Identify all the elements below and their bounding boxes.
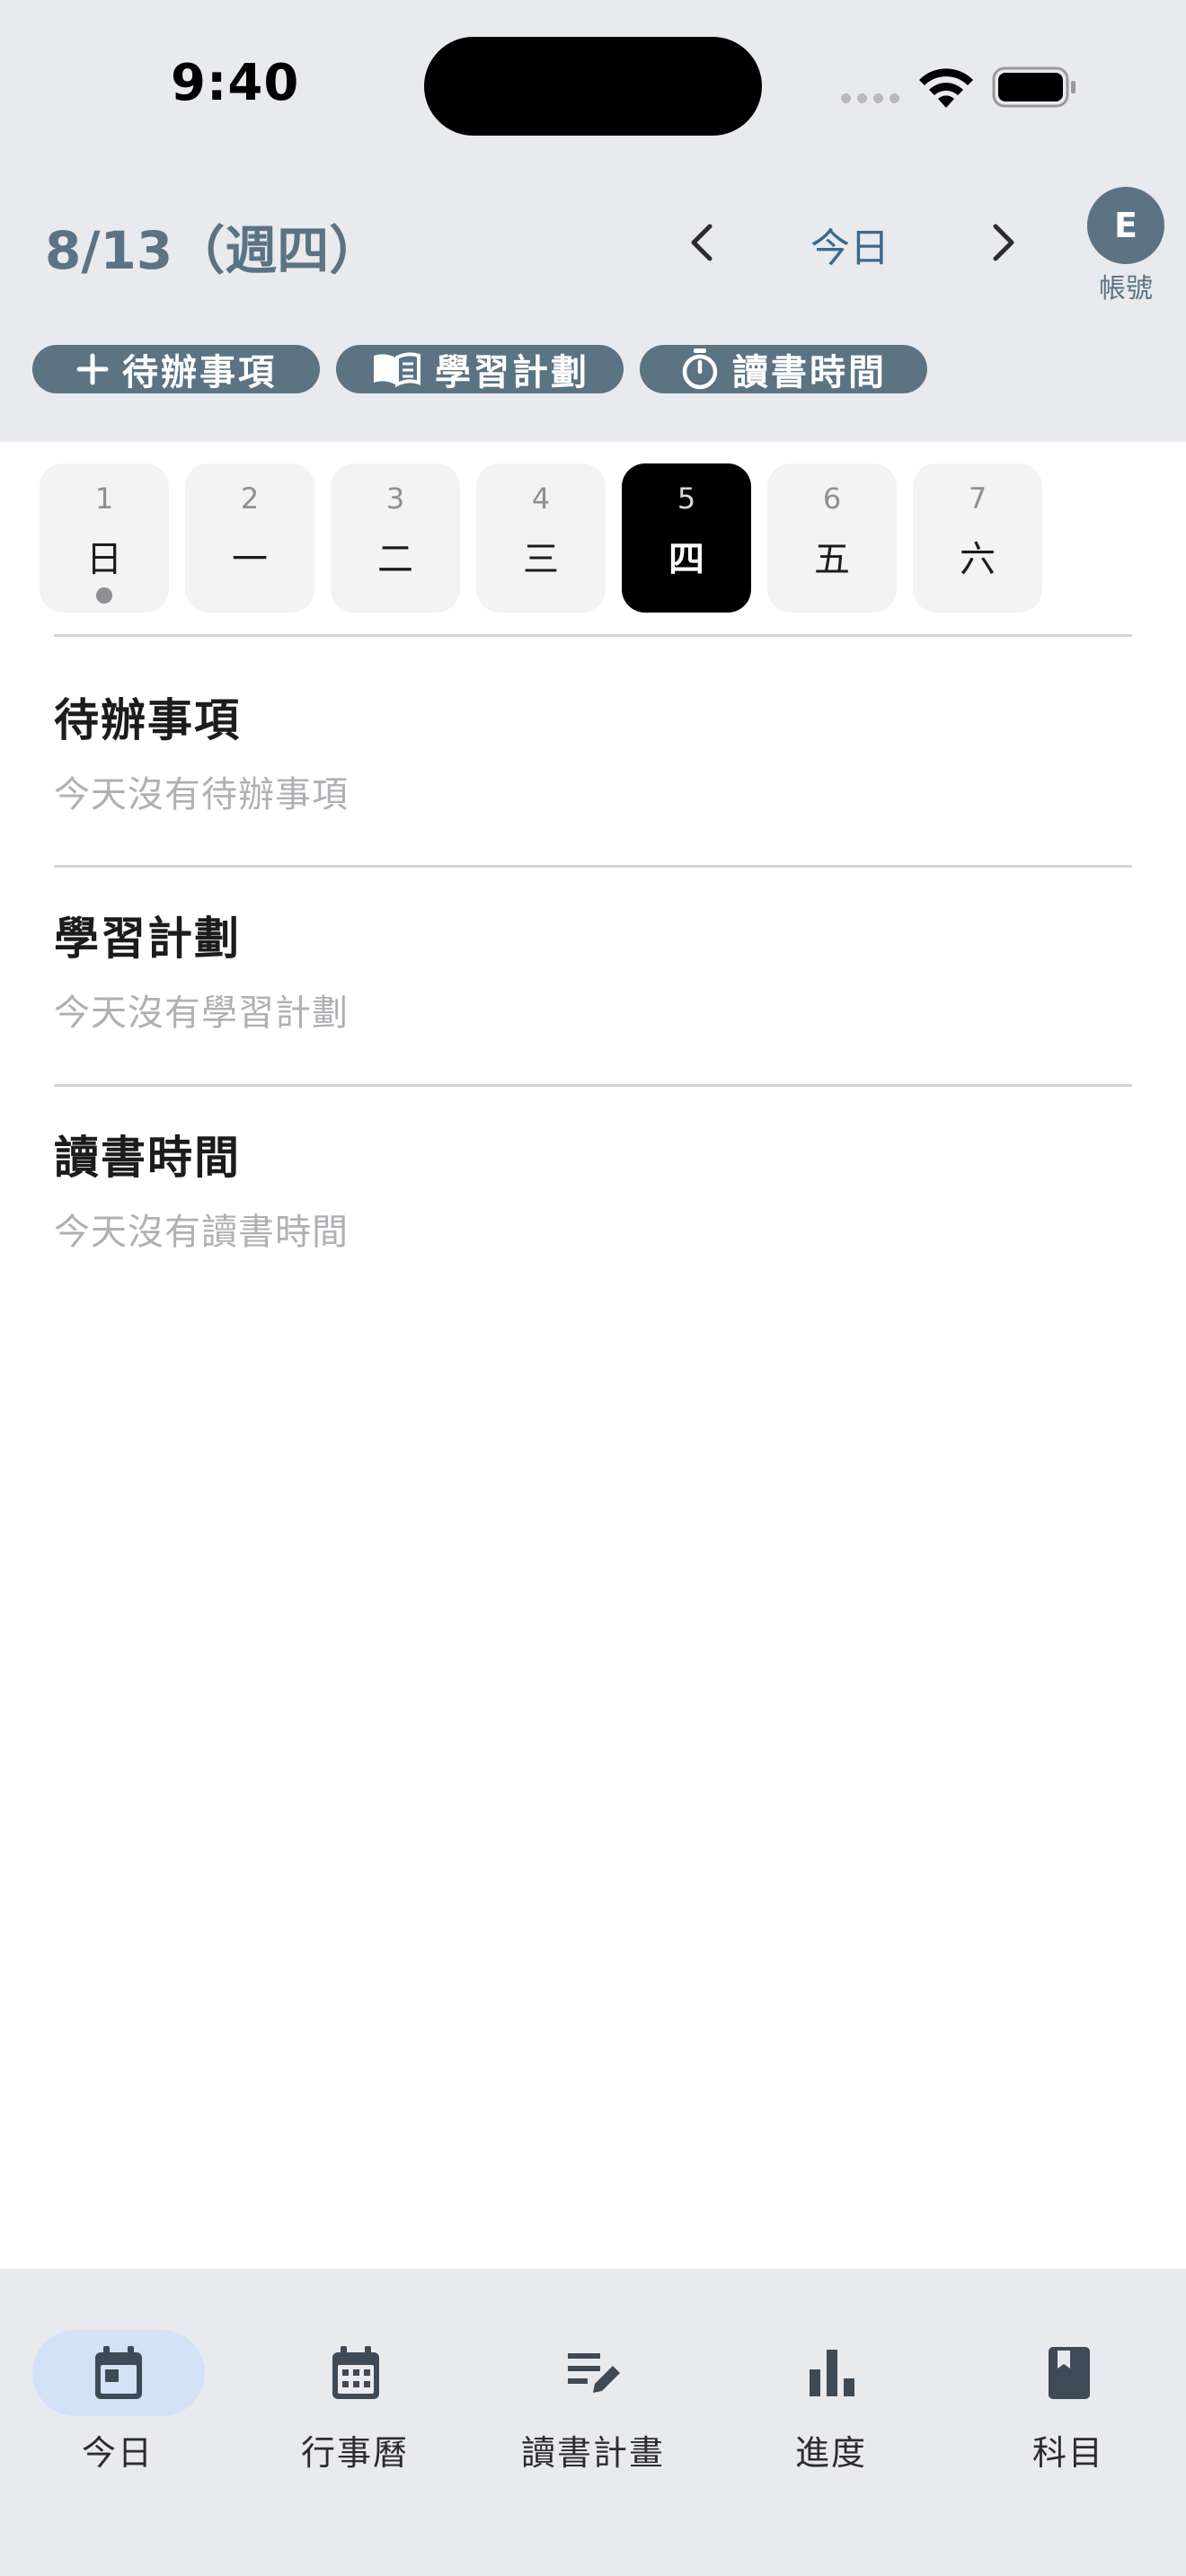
day-number: 6 (822, 481, 842, 516)
bookmark-book-icon (1049, 2347, 1090, 2399)
tab-subjects[interactable]: 科目 (965, 2305, 1172, 2473)
tab-active-indicator (32, 2330, 205, 2416)
chevron-left-icon (691, 224, 712, 261)
event-dot (96, 587, 112, 604)
add-todo-label: 待辦事項 (122, 352, 277, 393)
study-time-empty-text: 今天沒有讀書時間 (54, 1212, 349, 1253)
day-saturday[interactable]: 7 六 (913, 463, 1042, 613)
day-tuesday[interactable]: 3 二 (331, 463, 460, 613)
day-weekday: 一 (232, 539, 268, 580)
add-study-plan-label: 學習計劃 (435, 352, 589, 393)
add-study-time-label: 讀書時間 (732, 352, 887, 393)
day-thursday-selected[interactable]: 5 四 (622, 463, 751, 613)
account-label[interactable]: 帳號 (1084, 266, 1168, 305)
header: 9:40 8/13（週四） 今日 E 帳號 待辦事項 學習計劃 讀書時間 (0, 0, 1186, 442)
tab-icon-slot (983, 2330, 1155, 2416)
day-number: 4 (531, 481, 551, 516)
tab-today-label: 今日 (81, 2433, 154, 2473)
tab-progress-label: 進度 (794, 2433, 867, 2473)
day-number: 5 (677, 481, 696, 516)
calendar-month-icon (332, 2346, 379, 2399)
section-divider (54, 865, 1132, 868)
tab-study-plan-label: 讀書計畫 (520, 2433, 665, 2473)
day-weekday: 三 (523, 539, 559, 580)
add-todo-button[interactable]: 待辦事項 (32, 345, 320, 393)
tab-calendar-label: 行事曆 (300, 2433, 409, 2473)
study-plan-empty-text: 今天沒有學習計劃 (54, 992, 349, 1034)
dynamic-island (424, 37, 762, 136)
add-study-time-button[interactable]: 讀書時間 (640, 345, 927, 393)
tab-study-plan[interactable]: 讀書計畫 (490, 2305, 696, 2473)
day-weekday: 四 (668, 539, 704, 580)
todo-section-title: 待辦事項 (54, 694, 241, 746)
tab-icon-slot (508, 2330, 680, 2416)
previous-day-button[interactable] (670, 214, 733, 271)
plus-icon (76, 353, 109, 385)
tab-calendar[interactable]: 行事曆 (252, 2305, 458, 2473)
battery-icon (992, 66, 1075, 108)
bar-chart-icon (810, 2350, 854, 2396)
today-button[interactable]: 今日 (789, 216, 911, 273)
day-wednesday[interactable]: 4 三 (476, 463, 606, 613)
chevron-right-icon (993, 224, 1014, 261)
add-study-plan-button[interactable]: 學習計劃 (336, 345, 624, 393)
study-time-section-title: 讀書時間 (54, 1132, 241, 1184)
status-time: 9:40 (171, 54, 300, 112)
section-divider (54, 634, 1132, 637)
edit-note-icon (568, 2353, 620, 2393)
day-weekday: 五 (814, 539, 850, 580)
week-strip: 1 日 2 一 3 二 4 三 5 四 6 五 7 六 (40, 463, 1042, 613)
day-number: 7 (968, 481, 987, 516)
account-avatar[interactable]: E (1087, 187, 1164, 264)
section-divider (54, 1084, 1132, 1087)
calendar-today-icon (95, 2346, 142, 2399)
day-number: 3 (385, 481, 405, 516)
page-title: 8/13（週四） (45, 220, 382, 281)
tab-progress[interactable]: 進度 (728, 2305, 934, 2473)
signal-icon (841, 93, 899, 103)
day-weekday: 日 (86, 539, 122, 580)
day-monday[interactable]: 2 一 (185, 463, 314, 613)
tab-bar: 今日 行事曆 讀書計畫 進度 科目 (0, 2269, 1186, 2576)
tab-icon-slot (270, 2330, 442, 2416)
day-friday[interactable]: 6 五 (767, 463, 897, 613)
todo-empty-text: 今天沒有待辦事項 (54, 774, 349, 816)
tab-icon-slot (746, 2330, 918, 2416)
day-number: 1 (94, 481, 114, 516)
study-plan-section-title: 學習計劃 (54, 913, 241, 965)
next-day-button[interactable] (972, 214, 1035, 271)
day-sunday[interactable]: 1 日 (40, 463, 169, 613)
book-open-icon (374, 352, 420, 388)
stopwatch-icon (682, 348, 718, 390)
tab-subjects-label: 科目 (1031, 2433, 1104, 2473)
wifi-icon (919, 68, 973, 108)
day-weekday: 二 (377, 539, 413, 580)
tab-today[interactable]: 今日 (14, 2305, 221, 2473)
day-number: 2 (240, 481, 260, 516)
day-weekday: 六 (960, 539, 996, 580)
